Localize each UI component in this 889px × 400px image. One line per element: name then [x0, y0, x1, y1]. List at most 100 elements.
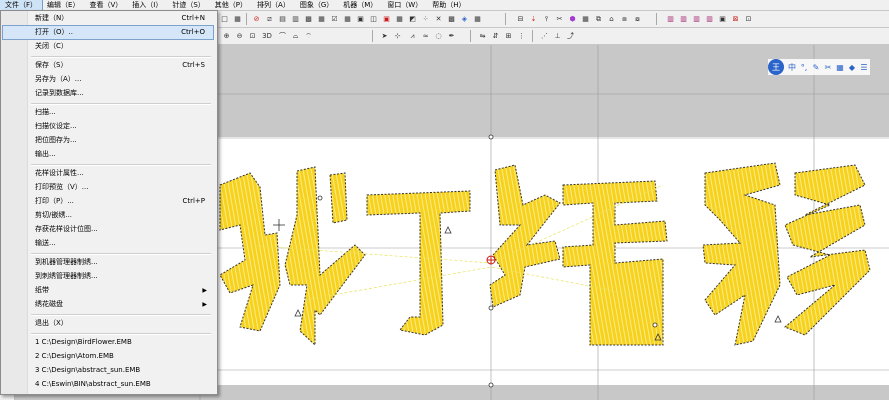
menu-machine[interactable]: 机器（M）: [338, 0, 382, 10]
grid3-icon[interactable]: ▦: [393, 13, 406, 26]
distribute-icon[interactable]: ⋮: [515, 30, 528, 43]
view-3d-button[interactable]: 3D: [259, 30, 275, 43]
machine2-icon[interactable]: ▥: [677, 13, 690, 26]
menu-item-save-db[interactable]: 记录到数据库...: [3, 87, 213, 100]
menu-edit[interactable]: 编辑（E）: [42, 0, 84, 10]
jump-icon[interactable]: ⤴: [564, 30, 577, 43]
receive-icon[interactable]: ⊡: [742, 13, 755, 26]
glyph-4[interactable]: [702, 162, 781, 346]
skin-icon[interactable]: ◆: [846, 61, 858, 73]
menu-item-transmit[interactable]: 输送...: [3, 237, 213, 250]
menu-other[interactable]: 其他（P）: [210, 0, 252, 10]
pattern-icon[interactable]: ▩: [302, 13, 315, 26]
view-icon-2[interactable]: ⌓: [289, 30, 302, 43]
menu-item-save[interactable]: 保存（S） Ctrl+S: [3, 59, 213, 72]
new-icon[interactable]: □: [218, 13, 231, 26]
machine3-icon[interactable]: ▥: [690, 13, 703, 26]
zoom-out-icon[interactable]: ⊖: [233, 30, 246, 43]
zigzag-icon[interactable]: ⩘: [406, 30, 419, 43]
transform-icon[interactable]: ⊹: [391, 30, 404, 43]
menu-insert[interactable]: 插入（I）: [127, 0, 167, 10]
run-stitch-icon[interactable]: ⋰: [538, 30, 551, 43]
menu-item-close[interactable]: 关闭（C）: [3, 40, 213, 53]
menu-item-print[interactable]: 打印（P）... Ctrl+P: [3, 195, 213, 208]
menu-icon[interactable]: ☰: [858, 61, 870, 73]
tile-icon[interactable]: ▩: [445, 13, 458, 26]
menu-arrange[interactable]: 排列（A）: [252, 0, 295, 10]
mirror-h-icon[interactable]: ⇋: [476, 30, 489, 43]
menu-item-floppy[interactable]: 绣花磁盘 ▶: [3, 298, 213, 311]
pen-tool-icon[interactable]: ✒: [445, 30, 458, 43]
warp-icon[interactable]: ◈: [458, 13, 471, 26]
trim-icon-2[interactable]: ✂: [553, 13, 566, 26]
glyph-2-b[interactable]: [329, 172, 348, 224]
grid2-icon[interactable]: ▦: [341, 13, 354, 26]
outline-icon[interactable]: ◌: [432, 30, 445, 43]
trace-icon[interactable]: ◩: [406, 13, 419, 26]
menu-item-tape[interactable]: 纸带 ▶: [3, 284, 213, 297]
select-all-icon[interactable]: ⊟: [514, 13, 527, 26]
menu-item-save-picture[interactable]: 把位图存为...: [3, 134, 213, 147]
zoom-in-icon[interactable]: ⊕: [220, 30, 233, 43]
menu-item-save-design-pos[interactable]: 存获花样设计位图...: [3, 223, 213, 236]
send-icon[interactable]: ▣: [716, 13, 729, 26]
glyph-4-b[interactable]: [784, 164, 871, 336]
layers-icon[interactable]: ◫: [367, 13, 380, 26]
weave-icon[interactable]: ▤: [276, 13, 289, 26]
tools-icon[interactable]: ✂: [822, 61, 834, 73]
dots-icon[interactable]: ⁘: [419, 13, 432, 26]
menu-view[interactable]: 查看（V）: [84, 0, 127, 10]
cross-icon[interactable]: ✕: [432, 13, 445, 26]
stitch-icon[interactable]: ⊘: [250, 13, 263, 26]
fill-icon[interactable]: ▥: [289, 13, 302, 26]
overview-icon[interactable]: ⌂: [605, 13, 618, 26]
glyph-2[interactable]: [284, 166, 366, 347]
menu-item-save-as[interactable]: 另存为（A）...: [3, 73, 213, 86]
satin-icon[interactable]: ⧄: [263, 13, 276, 26]
menu-help[interactable]: 帮助（H）: [427, 0, 470, 10]
view-icon-1[interactable]: ⌒: [276, 30, 289, 43]
glyph-1[interactable]: [219, 172, 281, 332]
menu-item-print-preview[interactable]: 打印预览（V）...: [3, 181, 213, 194]
select-arrow-icon[interactable]: ➤: [378, 30, 391, 43]
menu-item-design-props[interactable]: 花样设计属性...: [3, 167, 213, 180]
pen-icon[interactable]: ✎: [810, 61, 822, 73]
mirror-v-icon[interactable]: ⇵: [489, 30, 502, 43]
menu-item-new[interactable]: 新建（N） Ctrl+N: [3, 12, 213, 25]
menu-item-exit[interactable]: 退出（X）: [3, 317, 213, 330]
glyph-3[interactable]: [489, 164, 561, 308]
needle-icon[interactable]: ⫯: [540, 13, 553, 26]
ime-logo[interactable]: 王: [768, 59, 784, 75]
layout-icon[interactable]: ⧈: [618, 13, 631, 26]
arrow-down-icon[interactable]: ⇣: [527, 13, 540, 26]
export-icon[interactable]: ⧇: [631, 13, 644, 26]
mesh-icon[interactable]: ▦: [315, 13, 328, 26]
wave-icon[interactable]: ≈: [419, 30, 432, 43]
align-icon[interactable]: ⊞: [502, 30, 515, 43]
keyboard-icon[interactable]: ▦: [834, 61, 846, 73]
machine1-icon[interactable]: ▥: [664, 13, 677, 26]
grid-icon[interactable]: ▦: [231, 13, 244, 26]
recent-file-2[interactable]: 2 C:\Design\Atom.EMB: [3, 350, 213, 363]
tack-icon[interactable]: ⊥: [551, 30, 564, 43]
trim-icon[interactable]: ▦: [471, 13, 484, 26]
menu-item-to-machine-mgr[interactable]: 到机器管理器制绣...: [3, 256, 213, 269]
disk-icon[interactable]: ⊠: [729, 13, 742, 26]
glyph-3-b[interactable]: [562, 180, 668, 346]
menu-item-to-embroider-mgr[interactable]: 到刺绣管理器制绣...: [3, 270, 213, 283]
zoom-box-icon[interactable]: ⊡: [246, 30, 259, 43]
menu-image[interactable]: 图象（G）: [295, 0, 338, 10]
sequence-icon[interactable]: ⧉: [592, 13, 605, 26]
menu-item-scan[interactable]: 扫描...: [3, 106, 213, 119]
stop-icon[interactable]: ⬢: [566, 13, 579, 26]
menu-item-output[interactable]: 输出...: [3, 148, 213, 161]
recent-file-4[interactable]: 4 C:\Eswin\BIN\abstract_sun.EMB: [3, 378, 213, 391]
image-icon[interactable]: ▣: [380, 13, 393, 26]
ime-mode[interactable]: 中: [786, 61, 798, 73]
menu-file[interactable]: 文件（F）: [0, 0, 44, 11]
punctuation-icon[interactable]: °,: [798, 61, 810, 73]
color-grid-icon[interactable]: ▣: [354, 13, 367, 26]
menu-item-scanner-setup[interactable]: 扫描仪设定...: [3, 120, 213, 133]
embroidery-text[interactable]: [219, 162, 871, 347]
menu-item-open[interactable]: 打开（O）.. Ctrl+O: [2, 25, 214, 40]
